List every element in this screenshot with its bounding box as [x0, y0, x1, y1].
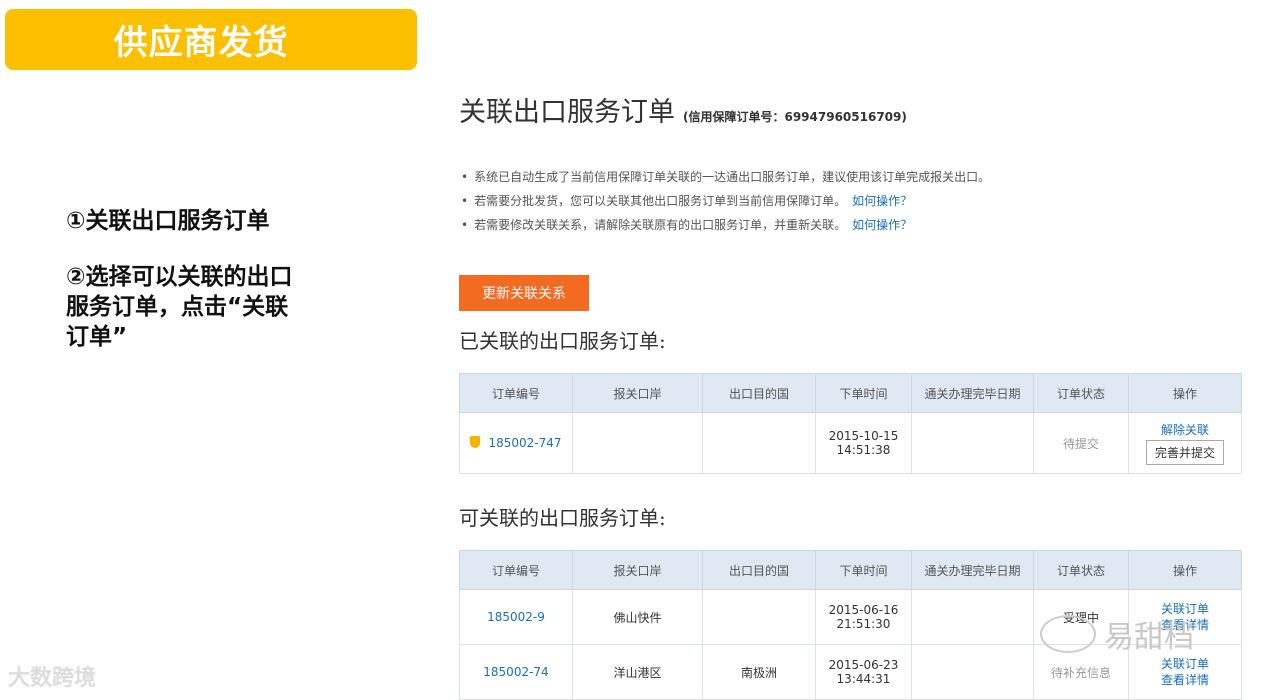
guarantee-order-number: (信用保障订单号：69947960516709) [683, 110, 907, 124]
column-header: 操作 [1128, 373, 1242, 413]
bullet-icon: • [461, 170, 469, 184]
column-header: 下单时间 [815, 550, 912, 590]
watermark-right: 易甜档 [1040, 612, 1194, 656]
order-number-cell: 185002-747 [459, 412, 573, 474]
column-header: 出口目的国 [702, 373, 816, 413]
order-time-cell: 2015-06-16 21:51:30 [815, 589, 912, 645]
column-header: 下单时间 [815, 373, 912, 413]
note-text: 若需要分批发货，您可以关联其他出口服务订单到当前信用保障订单。 [474, 194, 847, 208]
column-header: 订单编号 [459, 373, 573, 413]
note-text: 系统已自动生成了当前信用保障订单关联的一达通出口服务订单，建议使用该订单完成报关… [474, 170, 991, 184]
order-number-cell: 185002-9 [459, 589, 573, 645]
step-2: ②选择可以关联的出口服务订单，点击“关联订单” [66, 264, 293, 350]
title-banner: 供应商发货 [5, 9, 417, 70]
note-item: • 若需要修改关联关系，请解除关联原有的出口服务订单，并重新关联。 如何操作？ [459, 213, 1241, 237]
column-header: 订单状态 [1033, 373, 1129, 413]
step-instructions: ①关联出口服务订单 ②选择可以关联的出口服务订单，点击“关联订单” [66, 206, 306, 378]
note-item: • 系统已自动生成了当前信用保障订单关联的一达通出口服务订单，建议使用该订单完成报… [459, 165, 1241, 189]
order-clock: 21:51:30 [836, 617, 891, 631]
bullet-icon: • [461, 218, 469, 232]
order-number-link[interactable]: 185002-74 [483, 665, 548, 679]
order-number-link[interactable]: 185002-747 [488, 436, 561, 450]
order-clock: 13:44:31 [836, 672, 891, 686]
shield-icon [470, 436, 481, 448]
wechat-icon [1040, 615, 1096, 653]
operations-cell: 解除关联 完善并提交 [1128, 412, 1242, 474]
bullet-icon: • [461, 194, 469, 208]
column-header: 操作 [1128, 550, 1242, 590]
order-date: 2015-06-16 [828, 603, 899, 617]
step-1: ①关联出口服务订单 [66, 208, 270, 234]
notes-list: • 系统已自动生成了当前信用保障订单关联的一达通出口服务订单，建议使用该订单完成报… [459, 165, 1241, 237]
update-relation-button[interactable]: 更新关联关系 [459, 275, 589, 311]
main-content: 关联出口服务订单 (信用保障订单号：69947960516709) • 系统已自动… [459, 90, 1242, 700]
table-header-row: 订单编号 报关口岸 出口目的国 下单时间 通关办理完毕日期 订单状态 操作 [459, 550, 1242, 590]
note-item: • 若需要分批发货，您可以关联其他出口服务订单到当前信用保障订单。 如何操作？ [459, 189, 1241, 213]
linked-orders-table: 订单编号 报关口岸 出口目的国 下单时间 通关办理完毕日期 订单状态 操作 18… [459, 373, 1242, 474]
clearance-date-cell [911, 589, 1034, 645]
column-header: 报关口岸 [572, 550, 703, 590]
clearance-date-cell [911, 412, 1034, 474]
table-row: 185002-747 2015-10-15 14:51:38 待提交 解除关联 完… [459, 412, 1242, 474]
order-number-cell: 185002-74 [459, 644, 573, 700]
link-order-button[interactable]: 关联订单 [1130, 656, 1240, 672]
clearance-date-cell [911, 644, 1034, 700]
available-orders-title: 可关联的出口服务订单: [459, 506, 666, 530]
view-details-link[interactable]: 查看详情 [1130, 672, 1240, 688]
column-header: 通关办理完毕日期 [911, 373, 1034, 413]
column-header: 订单编号 [459, 550, 573, 590]
port-cell: 洋山港区 [572, 644, 703, 700]
order-date: 2015-06-23 [828, 658, 899, 672]
order-time-cell: 2015-06-23 13:44:31 [815, 644, 912, 700]
table-header-row: 订单编号 报关口岸 出口目的国 下单时间 通关办理完毕日期 订单状态 操作 [459, 373, 1242, 413]
column-header: 报关口岸 [572, 373, 703, 413]
order-date: 2015-10-15 [828, 429, 899, 443]
note-text: 若需要修改关联关系，请解除关联原有的出口服务订单，并重新关联。 [474, 218, 847, 232]
country-cell [702, 589, 816, 645]
port-cell [572, 412, 703, 474]
column-header: 通关办理完毕日期 [911, 550, 1034, 590]
column-header: 出口目的国 [702, 550, 816, 590]
unlink-button[interactable]: 解除关联 [1130, 422, 1240, 438]
order-time-cell: 2015-10-15 14:51:38 [815, 412, 912, 474]
column-header: 订单状态 [1033, 550, 1129, 590]
status-cell: 待提交 [1033, 412, 1129, 474]
country-cell [702, 412, 816, 474]
banner-title: 供应商发货 [113, 23, 289, 63]
order-number-link[interactable]: 185002-9 [487, 610, 545, 624]
header: 关联出口服务订单 (信用保障订单号：69947960516709) [459, 90, 1241, 129]
how-to-link[interactable]: 如何操作？ [852, 218, 912, 232]
country-cell: 南极洲 [702, 644, 816, 700]
linked-orders-title: 已关联的出口服务订单: [459, 329, 666, 353]
watermark-left: 大数跨境 [8, 666, 97, 691]
page-title: 关联出口服务订单 [459, 97, 675, 128]
port-cell: 佛山快件 [572, 589, 703, 645]
order-clock: 14:51:38 [836, 443, 891, 457]
watermark-right-text: 易甜档 [1104, 620, 1194, 655]
complete-submit-button[interactable]: 完善并提交 [1145, 439, 1224, 465]
how-to-link[interactable]: 如何操作？ [852, 194, 912, 208]
